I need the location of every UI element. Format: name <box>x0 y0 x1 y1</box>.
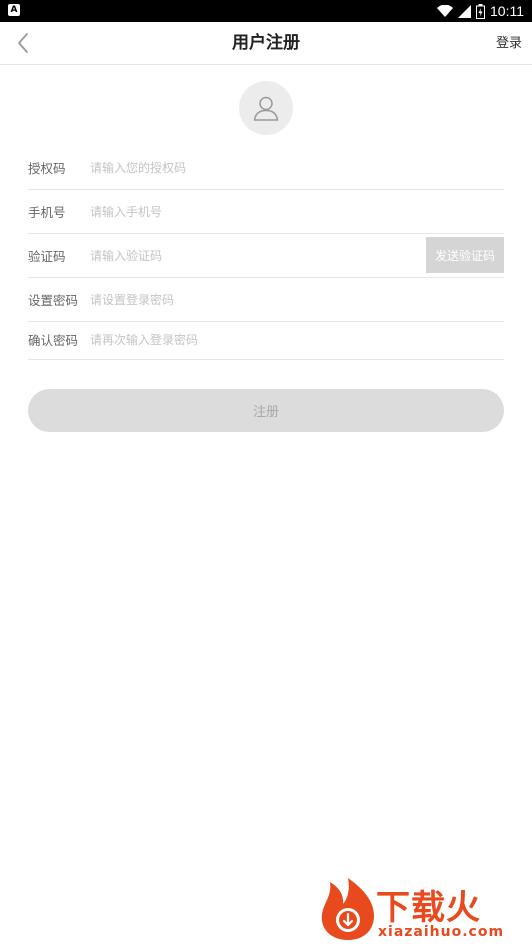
auth-code-row: 授权码 <box>28 146 504 190</box>
auth-code-input[interactable] <box>90 146 420 189</box>
phone-row: 手机号 <box>28 190 504 234</box>
status-icons: 10:11 <box>437 0 524 22</box>
set-password-row: 设置密码 <box>28 278 504 322</box>
register-button[interactable]: 注册 <box>28 389 504 432</box>
send-code-button[interactable]: 发送验证码 <box>426 237 504 273</box>
set-password-label: 设置密码 <box>28 293 79 308</box>
confirm-password-row: 确认密码 <box>28 320 504 360</box>
login-link[interactable]: 登录 <box>496 22 522 65</box>
phone-label: 手机号 <box>28 205 66 220</box>
page-title: 用户注册 <box>232 33 300 53</box>
verify-code-row: 验证码 发送验证码 <box>28 234 504 278</box>
status-bar: A 10:11 <box>0 0 532 22</box>
confirm-password-input[interactable] <box>90 320 420 359</box>
battery-icon <box>476 3 485 19</box>
avatar[interactable] <box>239 81 293 135</box>
nav-bar: 用户注册 登录 <box>0 22 532 65</box>
verify-code-input[interactable] <box>90 234 420 277</box>
watermark-brand: 下载火 <box>376 888 481 928</box>
confirm-password-label: 确认密码 <box>28 333 79 348</box>
phone-input[interactable] <box>90 190 420 233</box>
set-password-input[interactable] <box>90 278 420 321</box>
watermark-domain: xiazaihuo.com <box>378 924 505 940</box>
user-icon <box>253 96 279 121</box>
app-notification-icon: A <box>8 4 20 16</box>
flame-logo-icon <box>321 878 374 940</box>
watermark: 下载火 xiazaihuo.com <box>318 876 530 944</box>
auth-code-label: 授权码 <box>28 161 66 176</box>
wifi-icon <box>437 4 453 17</box>
verify-code-label: 验证码 <box>28 249 66 264</box>
status-time: 10:11 <box>490 3 524 19</box>
signal-icon <box>458 4 471 18</box>
